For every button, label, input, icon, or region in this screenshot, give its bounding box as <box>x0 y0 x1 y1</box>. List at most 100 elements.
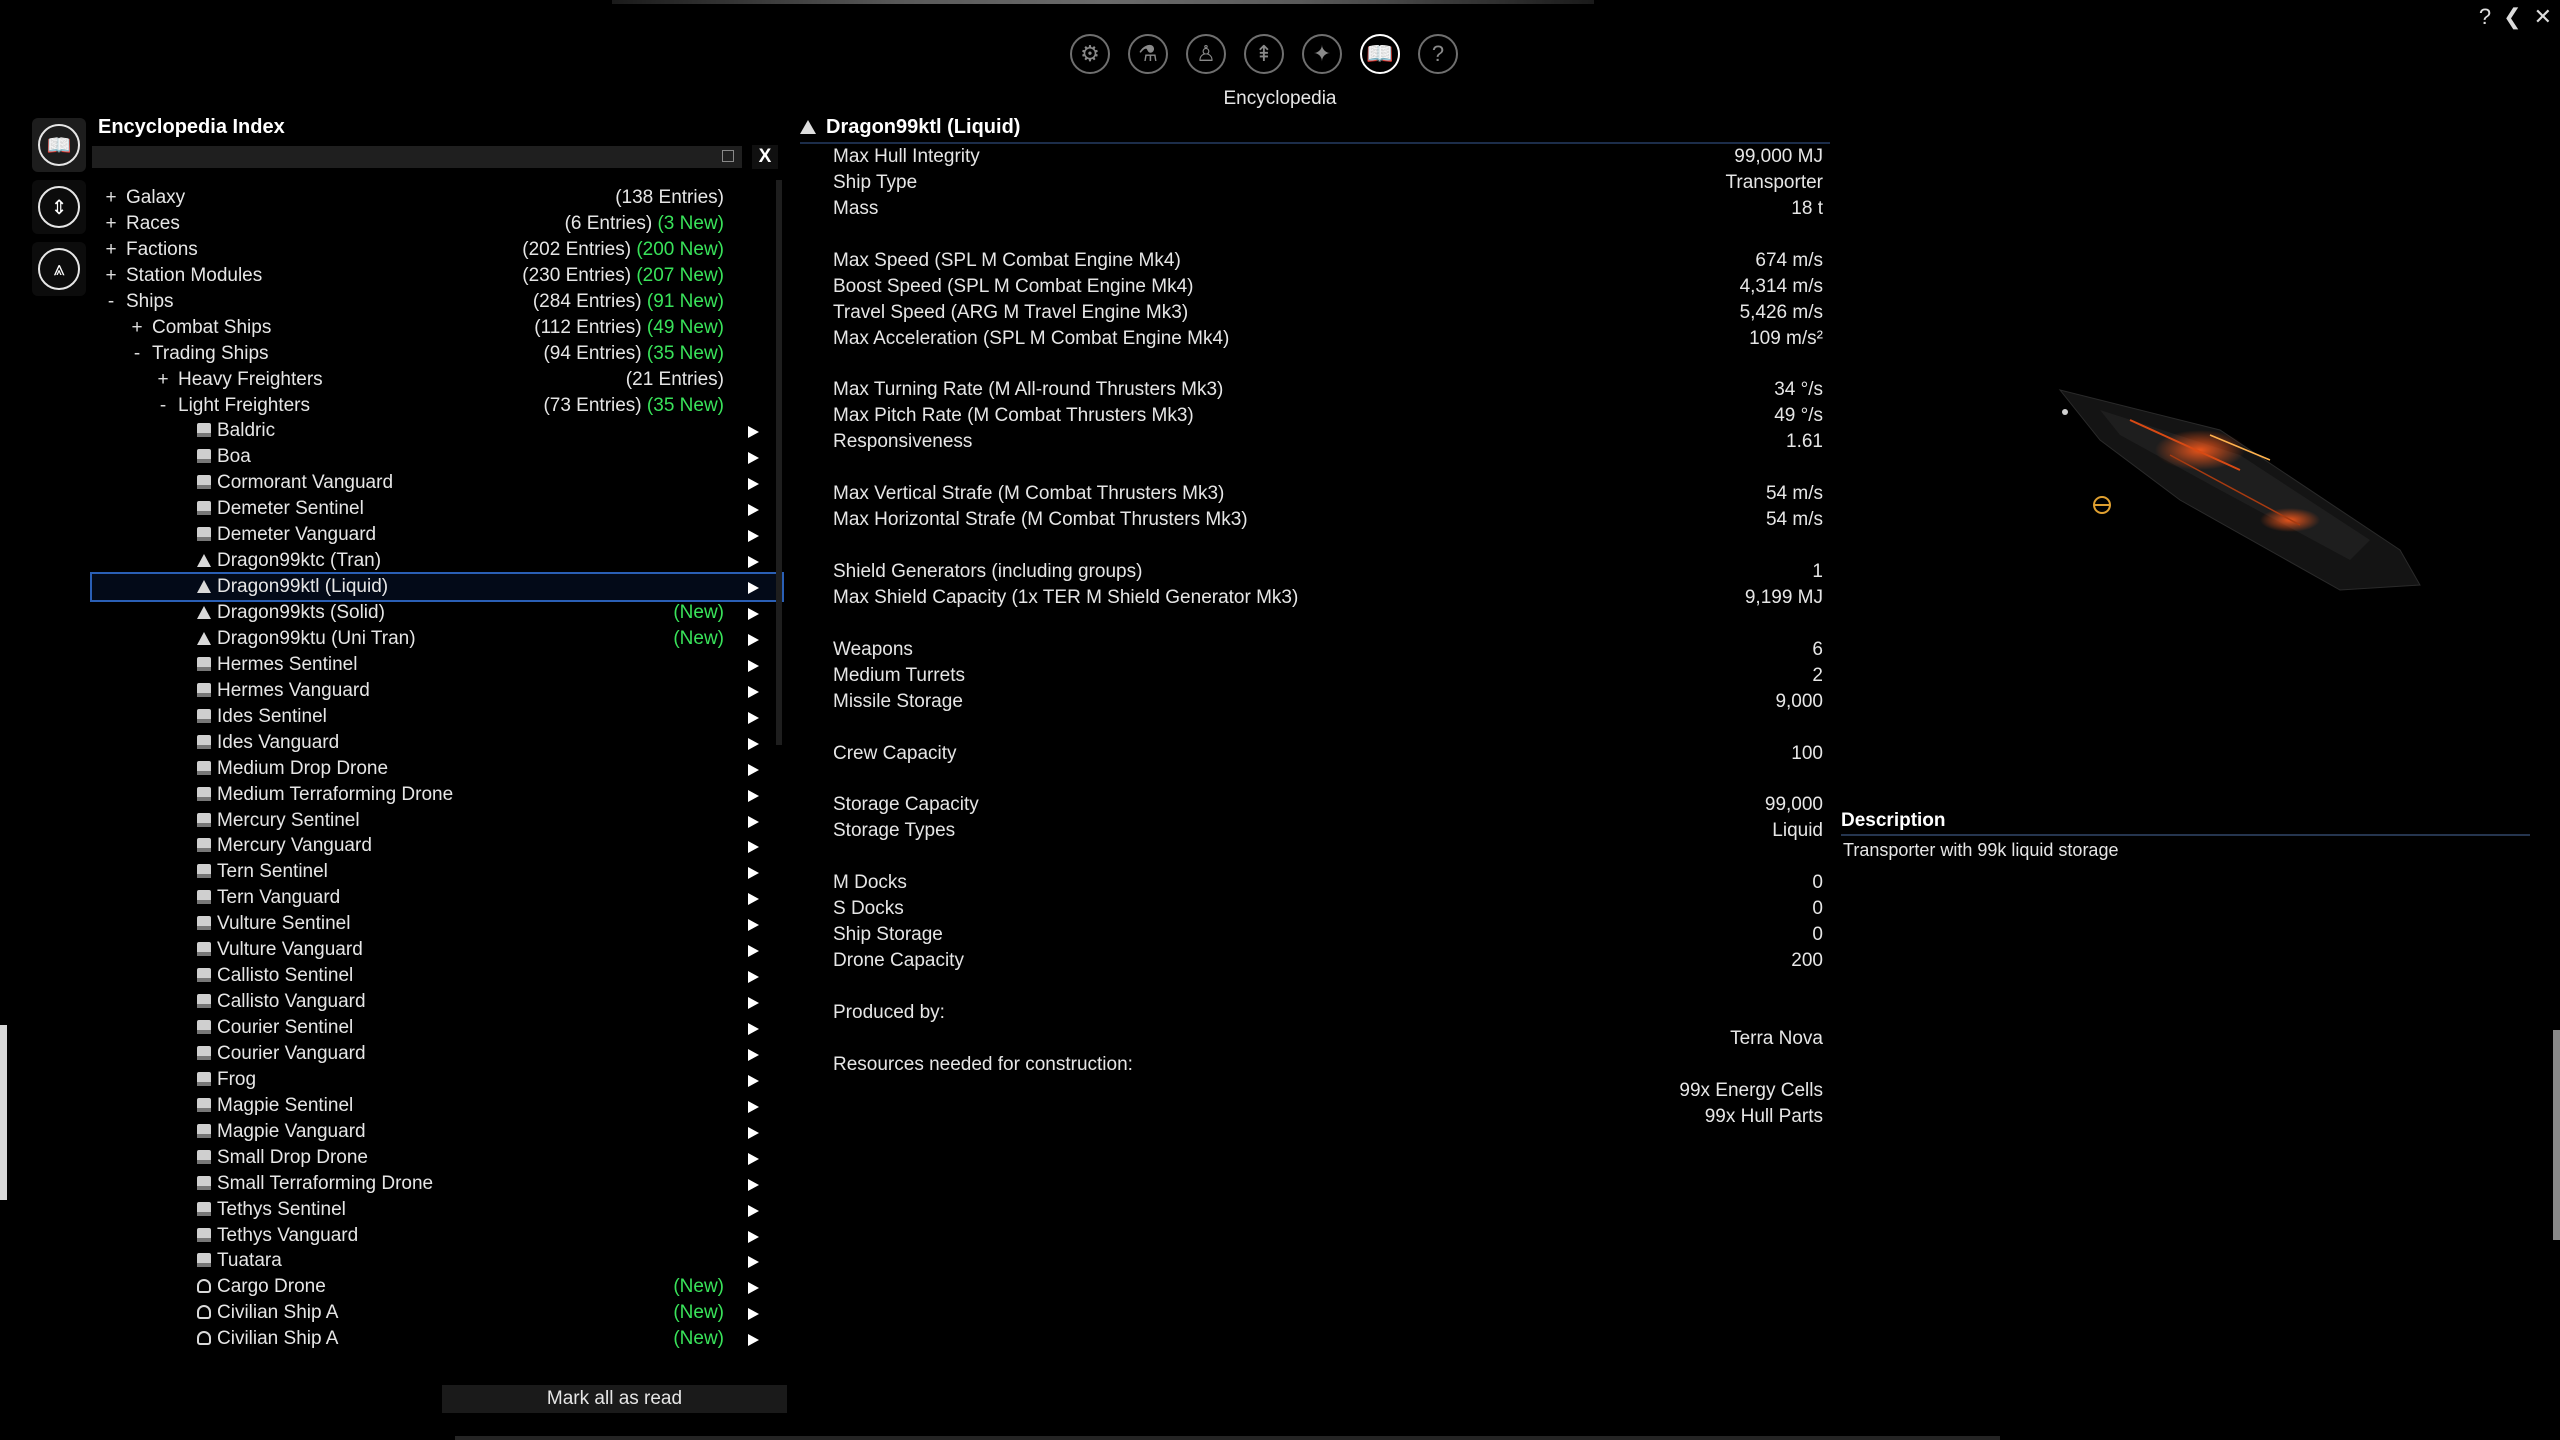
open-entry-arrow-icon[interactable] <box>748 1230 759 1243</box>
tree-entry[interactable]: Civilian Ship A (New) <box>92 1326 782 1352</box>
open-entry-arrow-icon[interactable] <box>748 685 759 698</box>
side-tab-encyclopedia[interactable]: 📖 <box>32 118 86 172</box>
open-entry-arrow-icon[interactable] <box>748 997 759 1010</box>
nav-options-button[interactable]: ⚙ <box>1070 34 1110 74</box>
clear-search-button[interactable]: X <box>752 145 778 169</box>
open-entry-arrow-icon[interactable] <box>748 1074 759 1087</box>
tree-entry[interactable]: Vulture Sentinel <box>92 911 782 937</box>
collapse-icon[interactable]: - <box>102 289 120 315</box>
open-entry-arrow-icon[interactable] <box>748 893 759 906</box>
open-entry-arrow-icon[interactable] <box>748 556 759 569</box>
expand-icon[interactable]: + <box>102 211 120 237</box>
open-entry-arrow-icon[interactable] <box>748 608 759 620</box>
open-entry-arrow-icon[interactable] <box>748 1334 759 1347</box>
open-entry-arrow-icon[interactable] <box>748 711 759 724</box>
tree-scrollbar[interactable] <box>776 180 782 745</box>
tree-entry[interactable]: Tethys Vanguard <box>92 1223 782 1249</box>
open-entry-arrow-icon[interactable] <box>748 1126 759 1139</box>
collapse-icon[interactable]: - <box>128 341 146 367</box>
open-entry-arrow-icon[interactable] <box>748 1048 759 1061</box>
open-entry-arrow-icon[interactable] <box>748 1178 759 1191</box>
tree-category[interactable]: + Station Modules (230 Entries) (207 New) <box>92 263 782 289</box>
open-entry-arrow-icon[interactable] <box>748 815 759 828</box>
tree-category[interactable]: - Light Freighters (73 Entries) (35 New) <box>92 393 782 419</box>
tree-entry[interactable]: Frog <box>92 1067 782 1093</box>
open-entry-arrow-icon[interactable] <box>748 1023 759 1035</box>
expand-icon[interactable]: + <box>102 263 120 289</box>
open-entry-arrow-icon[interactable] <box>748 1204 759 1217</box>
tree-entry[interactable]: Dragon99ktl (Liquid) <box>90 572 784 602</box>
tree-entry[interactable]: Mercury Vanguard <box>92 833 782 859</box>
tree-entry[interactable]: Tern Vanguard <box>92 885 782 911</box>
tree-entry[interactable]: Boa <box>92 444 782 470</box>
side-tab-compass[interactable]: ⇕ <box>32 180 86 234</box>
open-entry-arrow-icon[interactable] <box>748 1308 759 1321</box>
open-entry-arrow-icon[interactable] <box>748 426 759 439</box>
tree-entry[interactable]: Courier Vanguard <box>92 1041 782 1067</box>
collapse-icon[interactable]: - <box>154 393 172 419</box>
tree-entry[interactable]: Tern Sentinel <box>92 859 782 885</box>
tree-category[interactable]: + Factions (202 Entries) (200 New) <box>92 237 782 263</box>
tree-entry[interactable]: Callisto Vanguard <box>92 989 782 1015</box>
tree-entry[interactable]: Callisto Sentinel <box>92 963 782 989</box>
expand-icon[interactable]: + <box>102 185 120 211</box>
tree-entry[interactable]: Mercury Sentinel <box>92 808 782 834</box>
open-entry-arrow-icon[interactable] <box>748 737 759 750</box>
side-tab-fleet[interactable]: ⩓ <box>32 242 86 296</box>
nav-encyclopedia-button[interactable]: 📖 <box>1360 34 1400 74</box>
nav-map-button[interactable]: ✦ <box>1302 34 1342 74</box>
tree-entry[interactable]: Dragon99ktc (Tran) <box>92 548 782 574</box>
open-entry-arrow-icon[interactable] <box>748 789 759 802</box>
expand-icon[interactable]: + <box>102 237 120 263</box>
open-entry-arrow-icon[interactable] <box>748 504 759 517</box>
open-entry-arrow-icon[interactable] <box>748 841 759 854</box>
nav-player-button[interactable]: ♙ <box>1186 34 1226 74</box>
close-icon[interactable]: ✕ <box>2534 4 2552 30</box>
open-entry-arrow-icon[interactable] <box>748 478 759 491</box>
search-input[interactable] <box>92 146 742 168</box>
search-icon[interactable] <box>722 150 734 162</box>
open-entry-arrow-icon[interactable] <box>748 867 759 880</box>
open-entry-arrow-icon[interactable] <box>748 971 759 984</box>
open-entry-arrow-icon[interactable] <box>748 452 759 465</box>
open-entry-arrow-icon[interactable] <box>748 633 759 646</box>
tree-entry[interactable]: Cormorant Vanguard <box>92 470 782 496</box>
tree-entry[interactable]: Tethys Sentinel <box>92 1197 782 1223</box>
tree-category[interactable]: + Heavy Freighters (21 Entries) <box>92 367 782 393</box>
tree-entry[interactable]: Medium Drop Drone <box>92 756 782 782</box>
tree-entry[interactable]: Tuatara <box>92 1248 782 1274</box>
tree-category[interactable]: + Races (6 Entries) (3 New) <box>92 211 782 237</box>
open-entry-arrow-icon[interactable] <box>748 945 759 958</box>
tree-entry[interactable]: Cargo Drone (New) <box>92 1274 782 1300</box>
nav-help-button[interactable]: ? <box>1418 34 1458 74</box>
mark-all-read-button[interactable]: Mark all as read <box>442 1385 787 1413</box>
expand-icon[interactable]: + <box>154 367 172 393</box>
help-icon[interactable]: ? <box>2479 4 2491 30</box>
tree-entry[interactable]: Ides Sentinel <box>92 704 782 730</box>
tree-entry[interactable]: Hermes Sentinel <box>92 652 782 678</box>
tree-entry[interactable]: Hermes Vanguard <box>92 678 782 704</box>
tree-entry[interactable]: Demeter Vanguard <box>92 522 782 548</box>
tree-entry[interactable]: Small Drop Drone <box>92 1145 782 1171</box>
open-entry-arrow-icon[interactable] <box>748 1282 759 1295</box>
open-entry-arrow-icon[interactable] <box>748 1152 759 1165</box>
tree-entry[interactable]: Dragon99kts (Solid) (New) <box>92 600 782 626</box>
open-entry-arrow-icon[interactable] <box>748 1100 759 1113</box>
tree-entry[interactable]: Medium Terraforming Drone <box>92 782 782 808</box>
tree-entry[interactable]: Magpie Sentinel <box>92 1093 782 1119</box>
open-entry-arrow-icon[interactable] <box>748 659 759 672</box>
tree-entry[interactable]: Demeter Sentinel <box>92 496 782 522</box>
open-entry-arrow-icon[interactable] <box>748 1256 759 1269</box>
tree-category[interactable]: - Ships (284 Entries) (91 New) <box>92 289 782 315</box>
tree-category[interactable]: - Trading Ships (94 Entries) (35 New) <box>92 341 782 367</box>
tree-entry[interactable]: Courier Sentinel <box>92 1015 782 1041</box>
tree-entry[interactable]: Dragon99ktu (Uni Tran) (New) <box>92 626 782 652</box>
nav-ship-button[interactable]: ⇞ <box>1244 34 1284 74</box>
open-entry-arrow-icon[interactable] <box>748 582 759 595</box>
open-entry-arrow-icon[interactable] <box>748 919 759 932</box>
back-icon[interactable]: ❮ <box>2503 4 2521 30</box>
tree-entry[interactable]: Vulture Vanguard <box>92 937 782 963</box>
tree-category[interactable]: + Combat Ships (112 Entries) (49 New) <box>92 315 782 341</box>
open-entry-arrow-icon[interactable] <box>748 763 759 776</box>
tree-entry[interactable]: Small Terraforming Drone <box>92 1171 782 1197</box>
